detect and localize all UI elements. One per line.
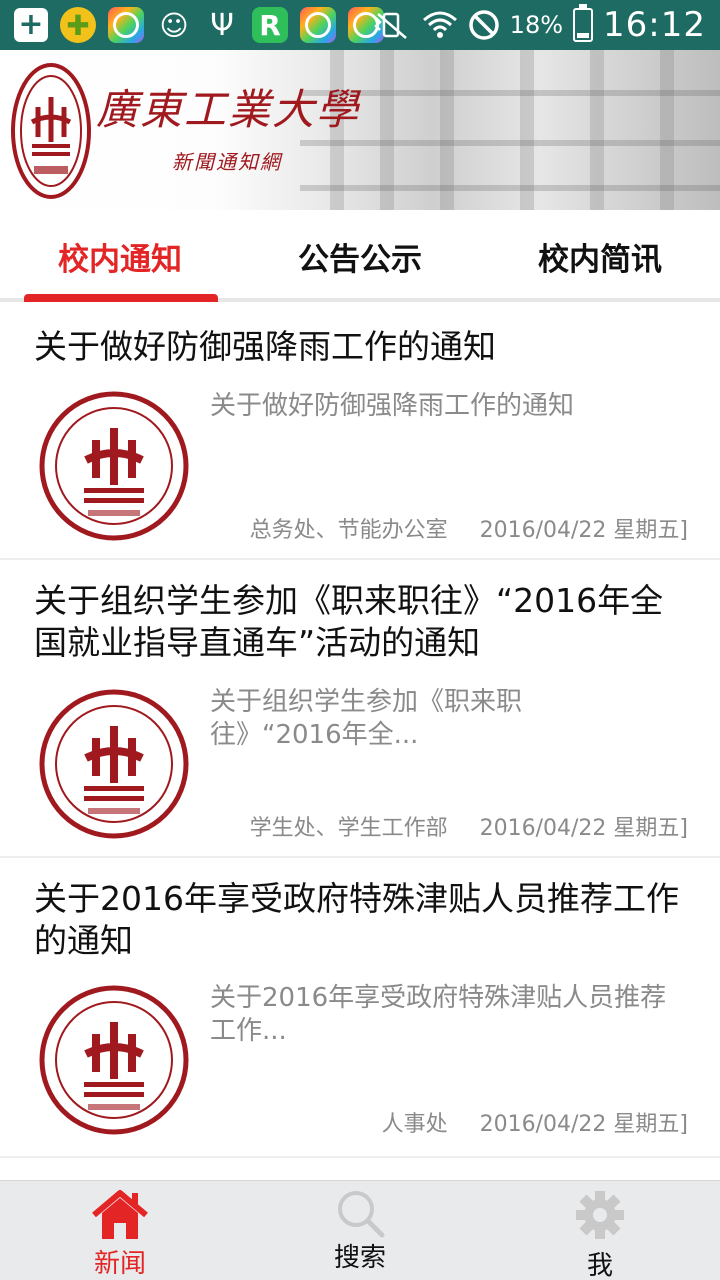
tab-campus-briefs[interactable]: 校内简讯 (480, 210, 720, 302)
app-market-icon (300, 7, 336, 43)
nav-news[interactable]: 新闻 (0, 1181, 240, 1280)
do-not-disturb-icon (468, 10, 499, 40)
news-date: 2016/04/22 星期五] (479, 816, 688, 841)
header-banner: 廣東工業大學 新聞通知網 (0, 50, 720, 210)
add-box-icon: + (14, 8, 48, 42)
gear-icon (576, 1191, 624, 1239)
news-meta: 总务处、节能办公室 2016/04/22 星期五] (250, 512, 688, 544)
university-seal-icon (39, 391, 189, 541)
tab-announcements[interactable]: 公告公示 (240, 210, 480, 302)
nav-me-label: 我 (586, 1251, 613, 1280)
news-title: 关于做好防御强降雨工作的通知 (34, 327, 496, 366)
game-center-icon: ✚ (60, 7, 96, 43)
news-title: 关于组织学生参加《职来职往》“2016年全国就业指导直通车”活动的通知 (34, 581, 664, 662)
vibrate-mute-icon (373, 12, 407, 39)
battery-percent: 18% (509, 11, 564, 39)
news-summary: 关于做好防御强降雨工作的通知 (210, 391, 575, 421)
news-date: 2016/04/22 星期五] (479, 1112, 688, 1137)
university-logo-icon (11, 63, 91, 199)
battery-charging-icon (573, 4, 594, 42)
nav-news-label: 新闻 (93, 1249, 146, 1279)
university-seal-icon (39, 689, 189, 839)
status-bar: + ✚ ☺ Ψ R 18% 16:12 (0, 0, 720, 50)
news-summary: 关于组织学生参加《职来职往》“2016年全... (210, 687, 523, 750)
news-title: 关于2016年享受政府特殊津贴人员推荐工作的通知 (34, 879, 679, 960)
university-seal-icon (39, 985, 189, 1135)
news-meta: 人事处 2016/04/22 星期五] (382, 1106, 688, 1138)
bottom-navigation: 新闻 搜索 我 (0, 1180, 720, 1280)
news-meta: 学生处、学生工作部 2016/04/22 星期五] (250, 810, 688, 842)
tab-campus-notices[interactable]: 校内通知 (0, 210, 240, 302)
system-indicators: 18% 16:12 (372, 0, 706, 50)
news-summary: 关于2016年享受政府特殊津贴人员推荐工作... (210, 983, 667, 1046)
search-icon (338, 1191, 385, 1238)
r-app-icon: R (252, 7, 288, 43)
school-name: 廣東工業大學 (96, 85, 361, 134)
news-list: 关于做好防御强降雨工作的通知 关于做好防御强降雨工作的通知 总务处、节能办公室 … (0, 306, 720, 1180)
nav-me[interactable]: 我 (480, 1181, 720, 1280)
news-department: 学生处、学生工作部 (249, 816, 448, 841)
active-tab-indicator (24, 294, 218, 302)
home-icon (92, 1190, 148, 1239)
face-icon: ☺ (159, 8, 189, 42)
wifi-icon (422, 11, 457, 38)
category-tabs: 校内通知 公告公示 校内简讯 (0, 210, 720, 302)
nav-search[interactable]: 搜索 (240, 1181, 480, 1280)
list-item[interactable]: 关于组织学生参加《职来职往》“2016年全国就业指导直通车”活动的通知 关于组织… (0, 560, 720, 858)
list-item[interactable]: 关于2016年享受政府特殊津贴人员推荐工作的通知 关于2016年享受政府特殊津贴… (0, 858, 720, 1158)
news-department: 人事处 (381, 1112, 448, 1137)
school-subtitle: 新聞通知網 (172, 150, 282, 174)
clock: 16:12 (603, 5, 706, 45)
notification-icons: + ✚ ☺ Ψ R (14, 6, 384, 44)
list-item[interactable]: 关于做好防御强降雨工作的通知 关于做好防御强降雨工作的通知 总务处、节能办公室 … (0, 306, 720, 560)
nav-search-label: 搜索 (333, 1243, 386, 1273)
news-department: 总务处、节能办公室 (249, 518, 448, 543)
usb-icon: Ψ (210, 7, 234, 43)
app-market-icon (108, 7, 144, 43)
news-date: 2016/04/22 星期五] (479, 518, 688, 543)
